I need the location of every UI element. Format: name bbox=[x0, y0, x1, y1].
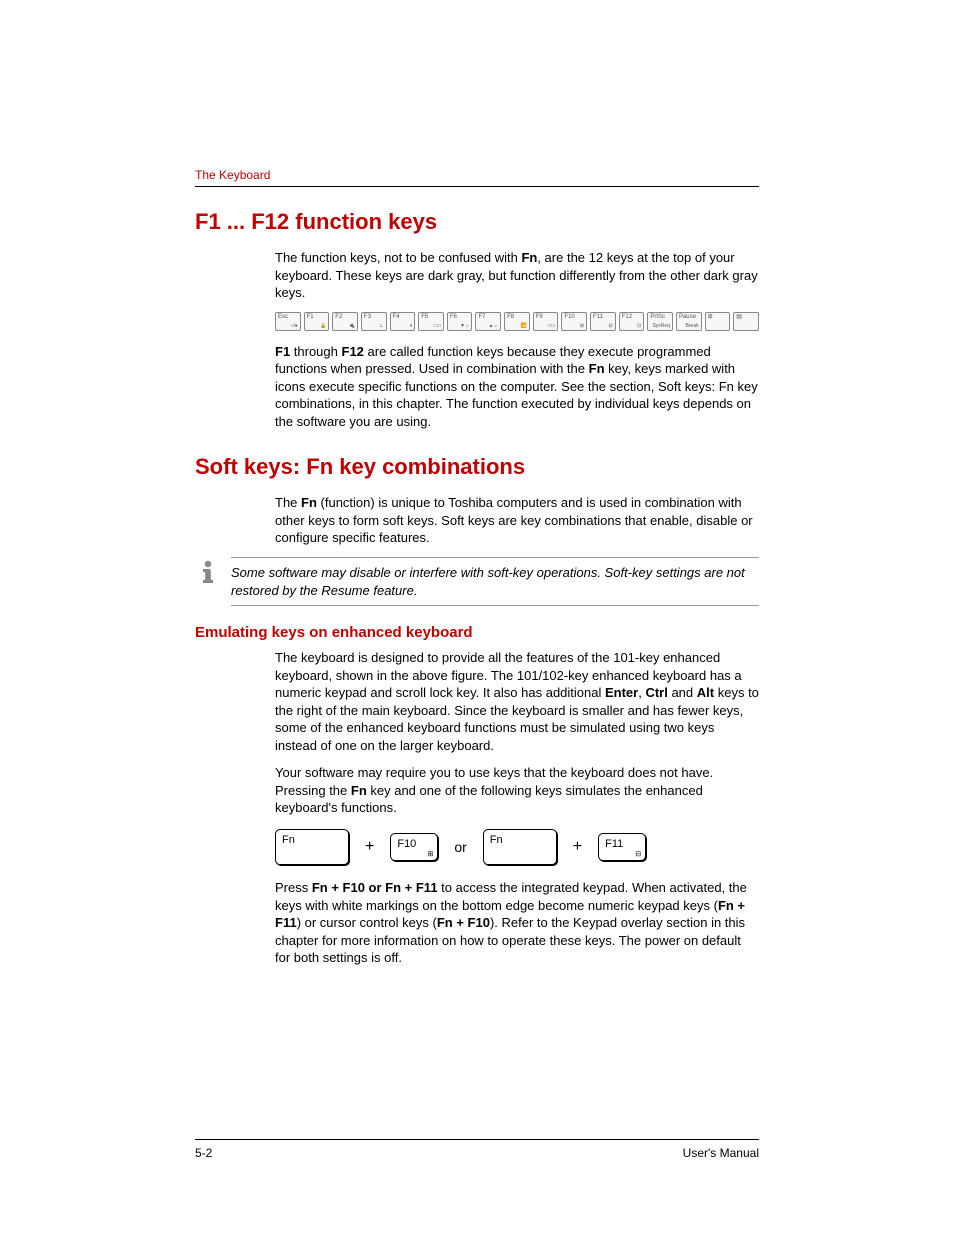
plus-symbol: + bbox=[365, 838, 374, 856]
para-fn-intro: The function keys, not to be confused wi… bbox=[275, 249, 759, 302]
key-sub-icon: ⊟ bbox=[635, 850, 641, 858]
fkey-f5: F5▭□ bbox=[418, 312, 444, 331]
header-rule bbox=[195, 186, 759, 187]
key-label: F11 bbox=[605, 838, 623, 850]
page-number: 5-2 bbox=[195, 1146, 212, 1160]
key-fn: Fn bbox=[275, 829, 349, 865]
fkey-f4: F4⏸ bbox=[390, 312, 416, 331]
text: (function) is unique to Toshiba computer… bbox=[275, 495, 753, 545]
bold-enter: Enter bbox=[605, 685, 638, 700]
page-footer: 5-2 User's Manual bbox=[195, 1139, 759, 1160]
text: The bbox=[275, 495, 301, 510]
fkey-pause: PauseBreak bbox=[676, 312, 702, 331]
fkey-f12: F12⊡ bbox=[619, 312, 645, 331]
fkey-prtsc: PrtScSysReq bbox=[647, 312, 673, 331]
fkey-f11: F11⊟ bbox=[590, 312, 616, 331]
bold-fn: Fn bbox=[521, 250, 537, 265]
key-label: Fn bbox=[490, 834, 503, 846]
bold-combo: Fn + F10 or Fn + F11 bbox=[312, 880, 438, 895]
note-text: Some software may disable or interfere w… bbox=[231, 557, 759, 606]
bold-fn-f10: Fn + F10 bbox=[437, 915, 490, 930]
section-heading-function-keys: F1 ... F12 function keys bbox=[195, 209, 759, 235]
or-text: or bbox=[454, 839, 466, 855]
subsection-heading-emulating: Emulating keys on enhanced keyboard bbox=[195, 624, 759, 641]
section-heading-soft-keys: Soft keys: Fn key combinations bbox=[195, 454, 759, 480]
bold-ctrl: Ctrl bbox=[645, 685, 667, 700]
key-sub-icon: ⊞ bbox=[427, 850, 433, 858]
para-fn-explain: F1 through F12 are called function keys … bbox=[275, 343, 759, 431]
key-label: F10 bbox=[397, 838, 416, 850]
bold-fn: Fn bbox=[301, 495, 317, 510]
para-softkeys-intro: The Fn (function) is unique to Toshiba c… bbox=[275, 494, 759, 547]
bold-f1: F1 bbox=[275, 344, 290, 359]
text: through bbox=[290, 344, 341, 359]
para-emulate-1: The keyboard is designed to provide all … bbox=[275, 649, 759, 754]
bold-alt: Alt bbox=[697, 685, 714, 700]
fkey-f8: F8📶 bbox=[504, 312, 530, 331]
bold-f12: F12 bbox=[342, 344, 364, 359]
key-combo-figure: Fn + F10 ⊞ or Fn + F11 ⊟ bbox=[275, 829, 759, 865]
fkey-▤: ▤ bbox=[733, 312, 759, 331]
fkey-f6: F6▼☼ bbox=[447, 312, 473, 331]
text: Press bbox=[275, 880, 312, 895]
fkey-f7: F7▲☼ bbox=[475, 312, 501, 331]
key-fn: Fn bbox=[483, 829, 557, 865]
key-label: Fn bbox=[282, 834, 295, 846]
key-f10: F10 ⊞ bbox=[390, 833, 438, 861]
footer-rule bbox=[195, 1139, 759, 1140]
bold-fn: Fn bbox=[589, 361, 605, 376]
text: ) or cursor control keys ( bbox=[297, 915, 437, 930]
para-emulate-3: Press Fn + F10 or Fn + F11 to access the… bbox=[275, 879, 759, 967]
fkey-⊞: ⊞ bbox=[705, 312, 731, 331]
text: The function keys, not to be confused wi… bbox=[275, 250, 521, 265]
manual-title: User's Manual bbox=[683, 1146, 759, 1160]
plus-symbol: + bbox=[573, 838, 582, 856]
fkey-f10: F10⊞ bbox=[561, 312, 587, 331]
info-icon bbox=[195, 559, 221, 590]
fkey-f3: F3⏾ bbox=[361, 312, 387, 331]
fkey-f1: F1🔒 bbox=[304, 312, 330, 331]
note-block: Some software may disable or interfere w… bbox=[195, 557, 759, 606]
function-key-row-figure: Esc○/●F1🔒F2🔌F3⏾F4⏸F5▭□F6▼☼F7▲☼F8📶F9□▭F10… bbox=[275, 312, 759, 331]
running-head: The Keyboard bbox=[195, 168, 759, 182]
key-f11: F11 ⊟ bbox=[598, 833, 646, 861]
text: and bbox=[668, 685, 697, 700]
para-emulate-2: Your software may require you to use key… bbox=[275, 764, 759, 817]
fkey-f9: F9□▭ bbox=[533, 312, 559, 331]
bold-fn: Fn bbox=[351, 783, 367, 798]
fkey-f2: F2🔌 bbox=[332, 312, 358, 331]
fkey-esc: Esc○/● bbox=[275, 312, 301, 331]
